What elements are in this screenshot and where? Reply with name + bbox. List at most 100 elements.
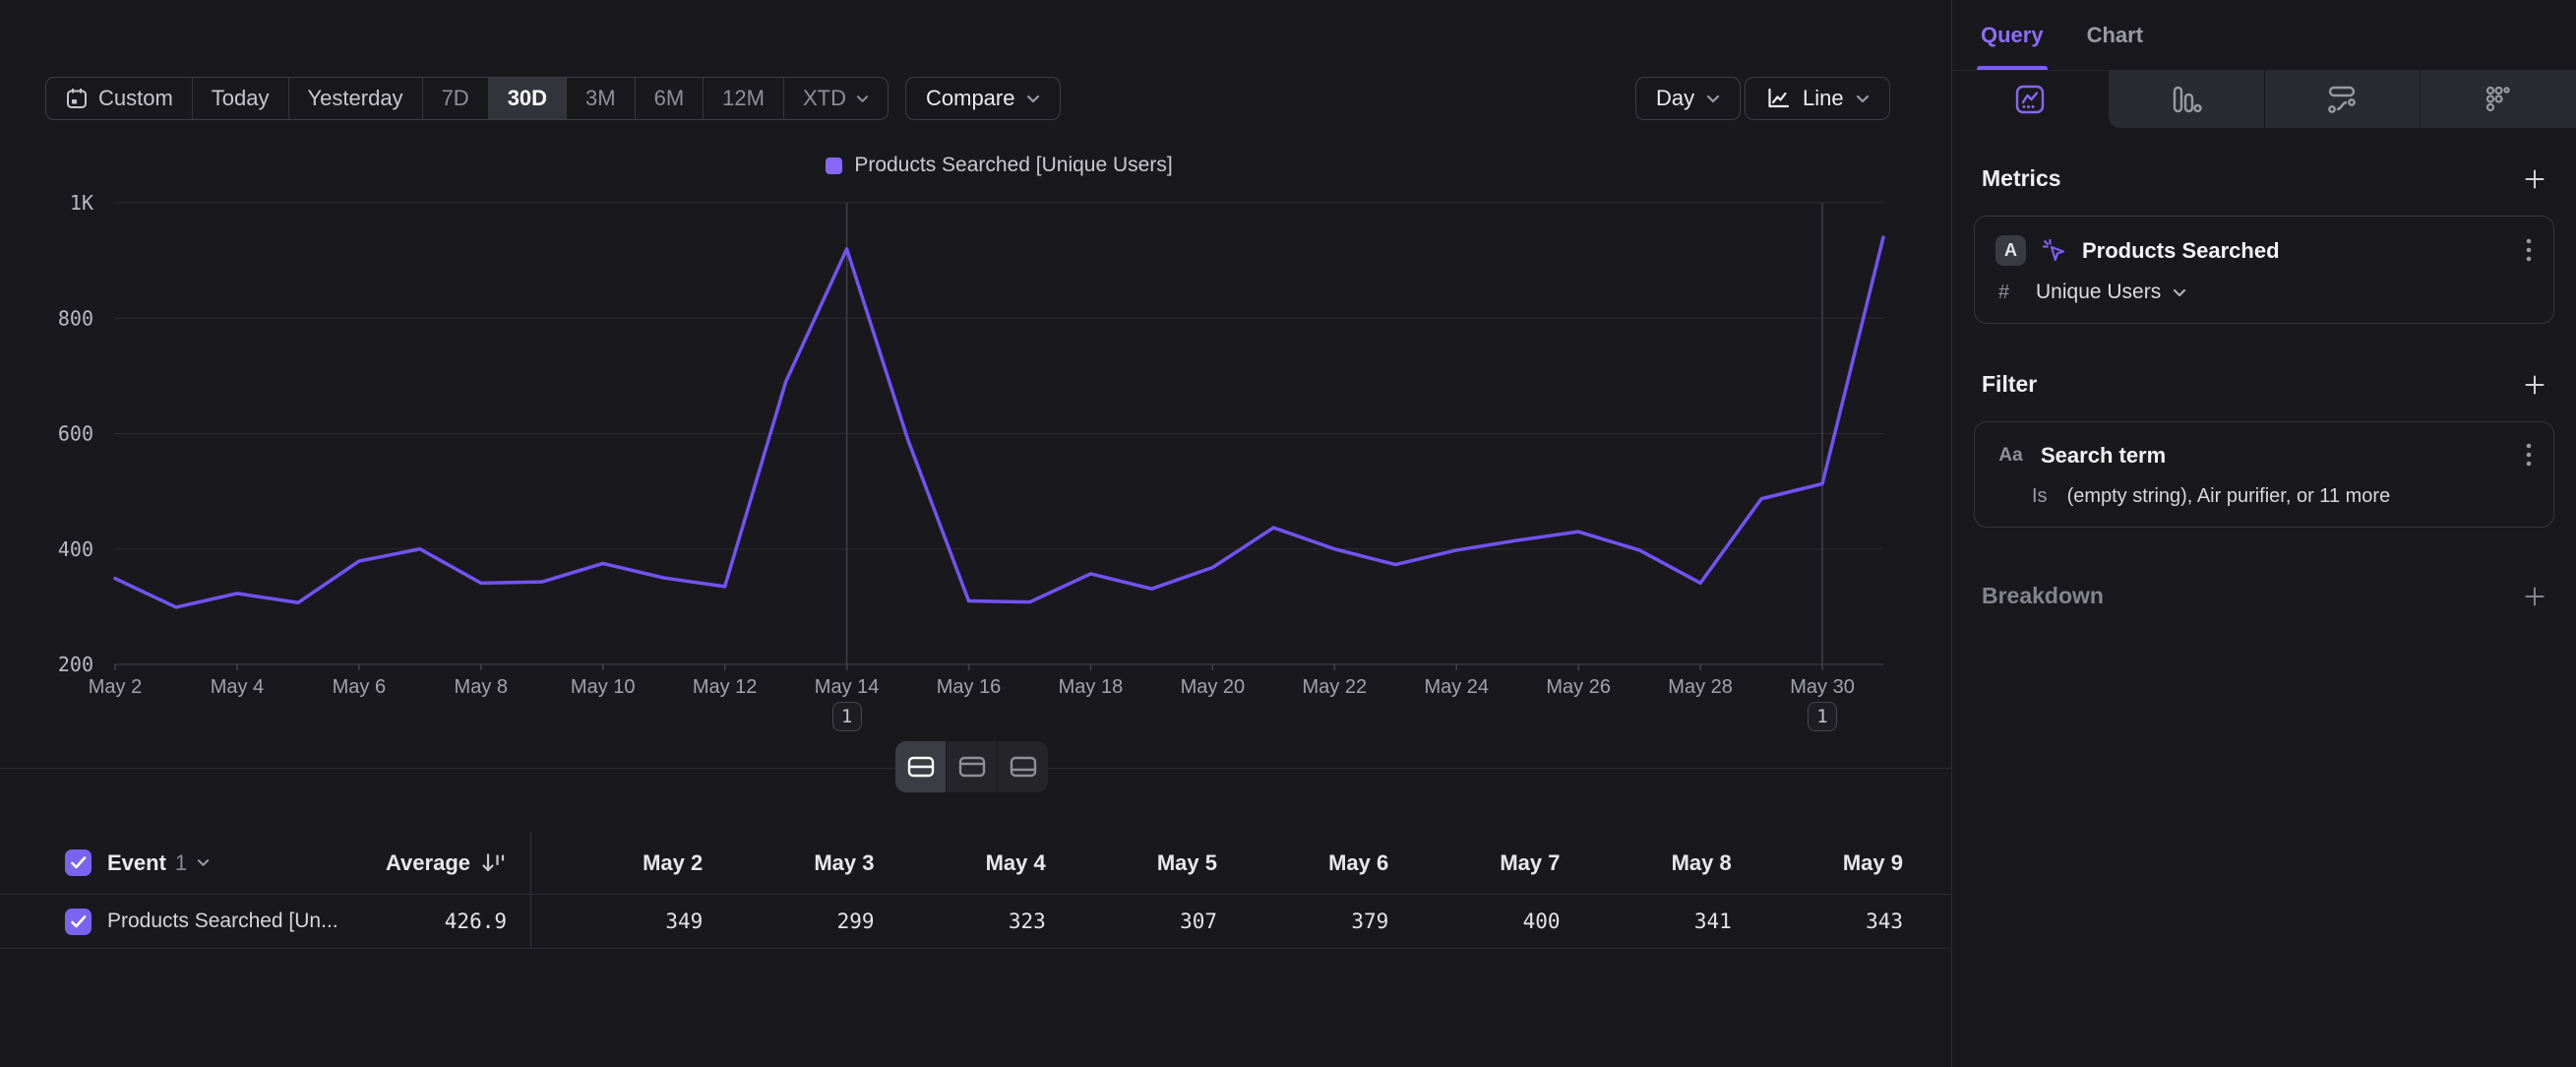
column-header-may-9[interactable]: May 9 [1732,850,1903,876]
panel-tabs: Query Chart [1952,0,2576,71]
legend-label: Products Searched [Unique Users] [854,154,1172,177]
range-label: 7D [442,86,469,111]
sort-descending-icon [480,851,507,875]
event-sparkle-cursor-icon [2041,237,2067,264]
column-header-may-8[interactable]: May 8 [1561,850,1732,876]
string-property-icon: Aa [1995,445,2026,467]
metrics-title: Metrics [1982,165,2061,192]
plus-icon [2523,373,2546,397]
kebab-menu-icon [2525,441,2533,471]
view-tab-insights[interactable] [1952,71,2108,128]
svg-text:May 14: May 14 [815,676,880,698]
panel-body: Metrics A Products Searched # Unique Use… [1952,165,2576,609]
svg-text:May 30: May 30 [1790,676,1855,698]
annotation-badge-may-14[interactable]: 1 [832,702,862,731]
range-option-yesterday[interactable]: Yesterday [289,78,423,119]
plus-icon [2523,167,2546,191]
insights-icon [2014,84,2046,115]
column-header-may-5[interactable]: May 5 [1046,850,1217,876]
legend-swatch [826,157,842,174]
range-option-7d[interactable]: 7D [423,78,489,119]
main-area: 1K800600400200May 2May 4May 6May 8May 10… [0,0,1950,1067]
granularity-dropdown[interactable]: Day [1635,77,1741,120]
range-label: Custom [98,86,173,111]
select-all-checkbox[interactable] [65,849,92,876]
range-label: 6M [654,86,685,111]
range-option-xtd[interactable]: XTD [784,78,888,119]
annotation-badge-may-30[interactable]: 1 [1808,702,1837,731]
view-tab-funnel[interactable] [2108,71,2264,128]
svg-text:May 16: May 16 [937,676,1002,698]
kebab-menu-icon [2525,236,2533,266]
average-value: 426.9 [445,910,530,933]
add-metric-button[interactable] [2523,167,2546,191]
svg-text:400: 400 [58,537,93,561]
svg-text:May 24: May 24 [1424,676,1489,698]
range-label: 30D [508,86,547,111]
range-option-6m[interactable]: 6M [636,78,705,119]
analytics-app: 1K800600400200May 2May 4May 6May 8May 10… [0,0,2576,1067]
aggregation-prefix: # [1998,282,2024,304]
cell-value: 343 [1732,910,1903,933]
compare-button[interactable]: Compare [905,77,1061,120]
filter-card[interactable]: Aa Search term Is (empty string), Air pu… [1974,421,2554,528]
breakdown-title: Breakdown [1982,583,2104,609]
column-header-may-6[interactable]: May 6 [1217,850,1388,876]
metric-card-row2[interactable]: # Unique Users [1995,281,2533,304]
view-tab-flows[interactable] [2264,71,2421,128]
layout-toggle-split[interactable] [895,741,947,792]
filter-card-row2[interactable]: Is (empty string), Air purifier, or 11 m… [1995,485,2533,508]
cell-value: 299 [703,910,874,933]
metric-event-name: Products Searched [2082,238,2510,264]
range-label: Yesterday [308,86,403,111]
breakdown-section-header: Breakdown [1974,583,2554,609]
metric-menu-button[interactable] [2525,236,2533,266]
range-label: 12M [722,86,765,111]
view-tab-retention[interactable] [2420,71,2576,128]
range-option-today[interactable]: Today [193,78,289,119]
cell-value: 307 [1046,910,1217,933]
layout-toggle-chart-top[interactable] [947,741,998,792]
metric-letter-badge: A [1995,235,2026,266]
row-checkbox[interactable] [65,909,92,935]
svg-text:May 26: May 26 [1546,676,1611,698]
column-header-may-4[interactable]: May 4 [875,850,1046,876]
average-label: Average [386,850,470,876]
filter-section-header: Filter [1974,371,2554,398]
svg-text:May 12: May 12 [693,676,758,698]
column-header-may-2[interactable]: May 2 [531,850,703,876]
column-header-may-3[interactable]: May 3 [703,850,874,876]
chevron-down-icon [1706,94,1720,103]
cell-value: 379 [1217,910,1388,933]
calendar-icon [65,87,89,110]
chevron-down-icon[interactable] [197,858,210,867]
cell-value: 341 [1561,910,1732,933]
table-date-values: 349299323307379400341343 [531,895,1903,948]
svg-text:600: 600 [58,422,93,446]
filter-menu-button[interactable] [2525,441,2533,471]
add-breakdown-button[interactable] [2523,585,2546,608]
range-option-3m[interactable]: 3M [567,78,636,119]
metric-card[interactable]: A Products Searched # Unique Users [1974,216,2554,324]
svg-text:May 2: May 2 [89,676,142,698]
chart-type-dropdown[interactable]: Line [1745,77,1890,120]
flows-icon [2325,84,2359,115]
range-option-12m[interactable]: 12M [704,78,784,119]
add-filter-button[interactable] [2523,373,2546,397]
average-header[interactable]: Average [386,850,530,876]
layout-toggle [895,741,1048,792]
cell-value: 400 [1388,910,1560,933]
range-option-custom[interactable]: Custom [46,78,193,119]
range-label: XTD [803,86,846,111]
range-option-30d[interactable]: 30D [489,78,567,119]
layout-toggle-table-bottom[interactable] [998,741,1048,792]
tab-chart[interactable]: Chart [2087,0,2143,70]
tab-query[interactable]: Query [1981,0,2044,70]
event-count: 1 [175,850,187,876]
event-header-label: Event [107,850,166,876]
svg-text:May 6: May 6 [333,676,386,698]
granularity-label: Day [1656,86,1694,111]
column-header-may-7[interactable]: May 7 [1388,850,1560,876]
svg-text:1K: 1K [70,191,93,215]
cell-value: 323 [875,910,1046,933]
